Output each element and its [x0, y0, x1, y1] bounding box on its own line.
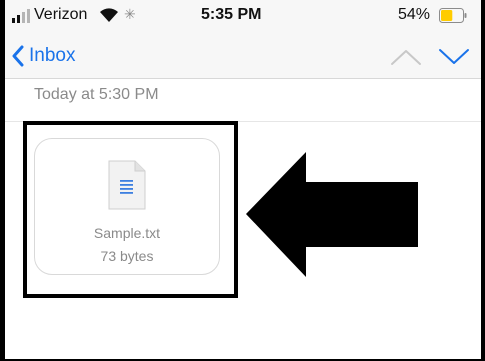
attachment-card[interactable]: Sample.txt 73 bytes [34, 138, 220, 275]
frame-border-right [481, 0, 485, 361]
previous-message-button[interactable] [389, 47, 423, 67]
back-button-label: Inbox [29, 45, 76, 66]
battery-icon [439, 8, 467, 23]
message-date: Today at 5:30 PM [34, 86, 159, 103]
pointing-arrow-icon [246, 152, 418, 277]
text-file-icon [108, 160, 146, 210]
chevron-left-icon [12, 45, 24, 67]
next-message-button[interactable] [437, 47, 471, 67]
activity-spinner-icon: ✳ [124, 6, 136, 22]
battery-percent: 54% [398, 6, 431, 23]
attachment-file-size: 73 bytes [100, 248, 154, 264]
battery-fill [441, 10, 453, 21]
attachment-file-name: Sample.txt [93, 225, 161, 241]
wifi-icon [100, 8, 118, 22]
frame-border-left [0, 0, 5, 361]
signal-strength-icon [12, 9, 30, 23]
status-time: 5:35 PM [201, 6, 262, 23]
carrier-name: Verizon [34, 6, 88, 23]
back-to-inbox-button[interactable]: Inbox [12, 45, 75, 67]
